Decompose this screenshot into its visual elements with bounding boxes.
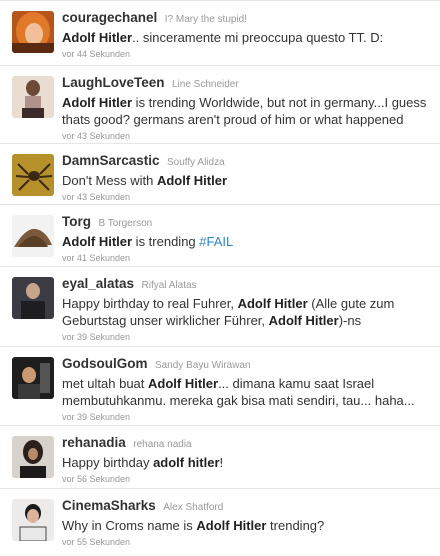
- tweet-fullname: Sandy Bayu Wirawan: [154, 360, 251, 371]
- avatar[interactable]: [12, 357, 54, 399]
- tweet-item: LaughLoveTeen Line Schneider Adolf Hitle…: [0, 66, 440, 144]
- tweet-username[interactable]: LaughLoveTeen: [62, 75, 165, 90]
- tweet-text-segment: Don't Mess with: [62, 173, 157, 188]
- tweet-text: Why in Croms name is Adolf Hitler trendi…: [62, 517, 432, 534]
- avatar[interactable]: [12, 154, 54, 196]
- tweet-timestamp[interactable]: vor 39 Sekunden: [62, 331, 432, 343]
- tweet-item: DamnSarcastic Souffy Alidza Don't Mess w…: [0, 144, 440, 205]
- highlighted-term: Adolf Hitler: [156, 173, 228, 188]
- spider-avatar-icon: [12, 154, 54, 196]
- avatar[interactable]: [12, 436, 54, 478]
- tweet-username[interactable]: couragechanel: [62, 10, 157, 25]
- tweet-username[interactable]: CinemaSharks: [62, 498, 156, 513]
- tweet-timestamp[interactable]: vor 55 Sekunden: [62, 536, 432, 548]
- highlighted-term: Adolf Hitler: [196, 518, 267, 533]
- tweet-timestamp[interactable]: vor 43 Sekunden: [62, 130, 432, 142]
- tweet-text: Adolf Hitler is trending Worldwide, but …: [62, 94, 432, 128]
- tweet-item: couragechanel I? Mary the stupid! Adolf …: [0, 0, 440, 66]
- tweet-timestamp[interactable]: vor 44 Sekunden: [62, 48, 432, 60]
- person-avatar-icon: [12, 277, 54, 319]
- highlighted-term: Adolf Hitler: [62, 234, 133, 249]
- tweet-item: CinemaSharks Alex Shatford Why in Croms …: [0, 489, 440, 555]
- tweet-item: GodsoulGom Sandy Bayu Wirawan met ultah …: [0, 347, 440, 426]
- tweet-text: Happy birthday to real Fuhrer, Adolf Hit…: [62, 295, 432, 329]
- tweet-username[interactable]: GodsoulGom: [62, 356, 148, 371]
- person-avatar-icon: [12, 76, 54, 118]
- tweet-fullname: Alex Shatford: [163, 502, 224, 513]
- tweet-text: Adolf Hitler.. sinceramente mi preoccupa…: [62, 29, 432, 46]
- tweet-text: met ultah buat Adolf Hitler... dimana ka…: [62, 375, 432, 409]
- tweet-timestamp[interactable]: vor 39 Sekunden: [62, 411, 432, 423]
- hashtag-link[interactable]: #FAIL: [199, 234, 233, 249]
- tweet-text-segment: )-ns: [338, 313, 362, 328]
- tweet-timestamp[interactable]: vor 43 Sekunden: [62, 191, 432, 203]
- tweet-fullname: Rifyal Alatas: [141, 280, 197, 291]
- highlighted-term: Adolf Hitler: [148, 376, 219, 391]
- tweet-text-segment: Happy birthday to real Fuhrer,: [62, 296, 238, 311]
- tweet-text: Happy birthday adolf hitler!: [62, 454, 432, 471]
- tweet-text-segment: Happy birthday: [62, 455, 154, 470]
- tweet-text-segment: Why in Croms name is: [62, 518, 197, 533]
- tweet-timestamp[interactable]: vor 41 Sekunden: [62, 252, 432, 264]
- person-avatar-icon: [12, 499, 54, 541]
- tweet-text-segment: .. sinceramente mi preoccupa questo TT. …: [132, 30, 384, 45]
- tweet-fullname: I? Mary the stupid!: [164, 14, 248, 25]
- tweet-text: Adolf Hitler is trending #FAIL: [62, 233, 432, 250]
- dirt-pile-avatar-icon: [12, 215, 54, 257]
- avatar[interactable]: [12, 11, 54, 53]
- person-avatar-icon: [12, 436, 54, 478]
- tweet-text: Don't Mess with Adolf Hitler: [62, 172, 432, 189]
- orange-hair-avatar-icon: [12, 11, 54, 53]
- tweet-text-segment: !: [219, 455, 224, 470]
- tweet-fullname: Souffy Alidza: [167, 157, 225, 168]
- highlighted-term: Adolf Hitler: [62, 95, 133, 110]
- highlighted-term: Adolf Hitler: [62, 30, 133, 45]
- tweet-fullname: B Torgerson: [98, 218, 153, 229]
- tweet-text-segment: is trending: [132, 234, 200, 249]
- highlighted-term: Adolf Hitler: [237, 296, 308, 311]
- tweet-text-segment: trending?: [266, 518, 325, 533]
- tweet-username[interactable]: eyal_alatas: [62, 276, 134, 291]
- avatar[interactable]: [12, 215, 54, 257]
- tweet-fullname: Line Schneider: [171, 79, 239, 90]
- person-avatar-icon: [12, 357, 54, 399]
- tweet-username[interactable]: rehanadia: [62, 435, 126, 450]
- tweet-feed: couragechanel I? Mary the stupid! Adolf …: [0, 0, 440, 555]
- tweet-username[interactable]: DamnSarcastic: [62, 153, 160, 168]
- avatar[interactable]: [12, 277, 54, 319]
- tweet-fullname: rehana nadia: [133, 439, 192, 450]
- tweet-username[interactable]: Torg: [62, 214, 91, 229]
- tweet-text-segment: met ultah buat: [62, 376, 148, 391]
- tweet-item: eyal_alatas Rifyal Alatas Happy birthday…: [0, 267, 440, 347]
- avatar[interactable]: [12, 76, 54, 118]
- avatar[interactable]: [12, 499, 54, 541]
- tweet-item: Torg B Torgerson Adolf Hitler is trendin…: [0, 205, 440, 267]
- tweet-timestamp[interactable]: vor 56 Sekunden: [62, 473, 432, 485]
- tweet-item: rehanadia rehana nadia Happy birthday ad…: [0, 426, 440, 489]
- highlighted-term: Adolf Hitler: [268, 313, 339, 328]
- highlighted-term: adolf hitler: [153, 455, 220, 470]
